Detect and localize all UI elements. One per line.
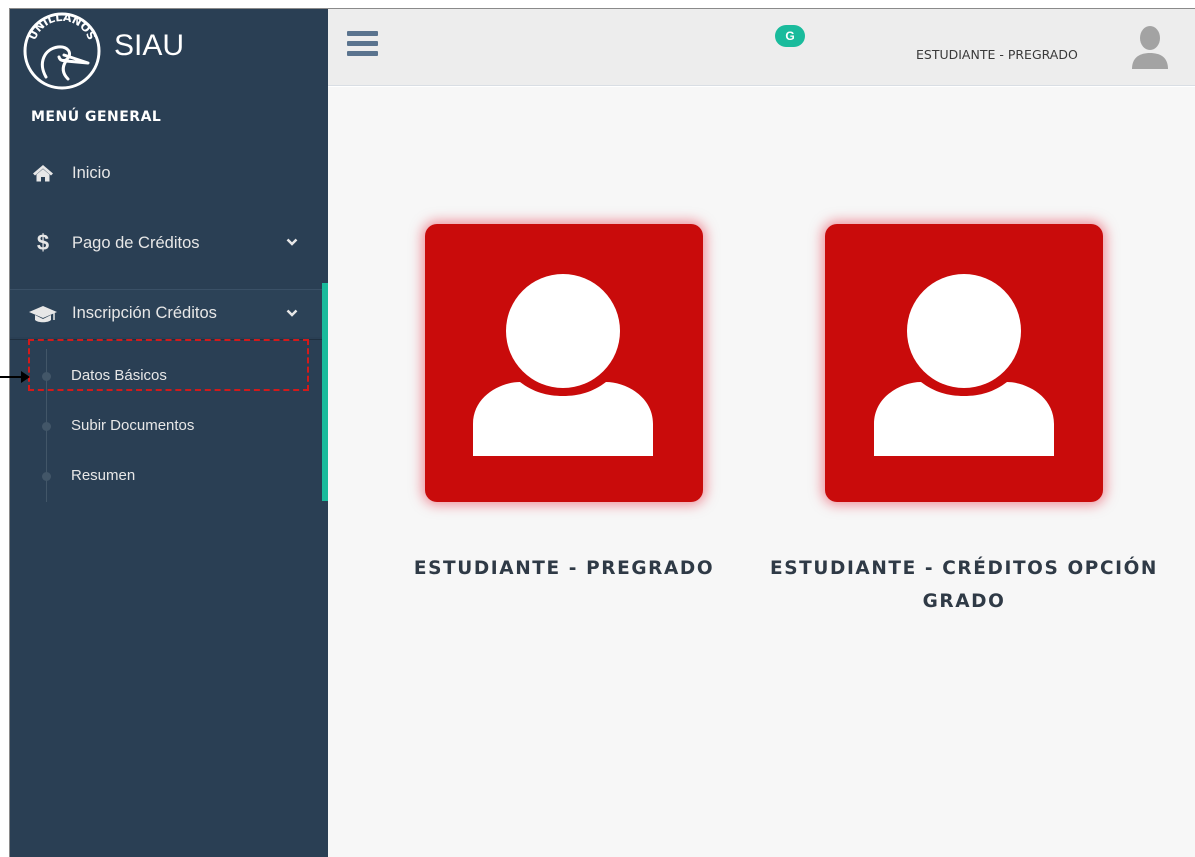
sidebar-item-label: Inscripción Créditos: [72, 304, 217, 322]
role-card-label[interactable]: ESTUDIANTE - PREGRADO: [359, 552, 769, 585]
menu-toggle-icon[interactable]: [347, 29, 379, 59]
submenu-item-resumen[interactable]: Resumen: [71, 467, 135, 484]
sidebar-item-inscripcion-creditos[interactable]: Inscripción Créditos: [10, 289, 328, 337]
top-navbar: G ESTUDIANTE - PREGRADO: [328, 9, 1195, 86]
brand[interactable]: UNILLANOS SIAU: [10, 9, 328, 90]
user-icon: [874, 274, 1054, 456]
main-content: ESTUDIANTE - PREGRADO ESTUDIANTE - CRÉDI…: [328, 87, 1195, 857]
notification-badge[interactable]: G: [775, 25, 805, 47]
home-icon: [28, 164, 58, 182]
submenu-item-subir-documentos[interactable]: Subir Documentos: [71, 417, 194, 434]
highlight-box: [28, 339, 309, 391]
chevron-down-icon: [286, 309, 298, 317]
chevron-down-icon: [286, 238, 298, 246]
sidebar: UNILLANOS SIAU MENÚ GENERAL Inicio $ Pag…: [10, 9, 328, 857]
sidebar-item-label: Pago de Créditos: [72, 233, 200, 252]
user-role[interactable]: ESTUDIANTE - PREGRADO: [916, 47, 1078, 62]
svg-text:UNILLANOS: UNILLANOS: [26, 11, 98, 42]
sidebar-item-label: Inicio: [72, 163, 111, 182]
role-card-creditos-opcion-grado[interactable]: [825, 224, 1103, 502]
sidebar-item-inicio[interactable]: Inicio: [10, 149, 328, 197]
submenu-dot: [42, 422, 51, 431]
role-card-pregrado[interactable]: [425, 224, 703, 502]
arrow-right-icon: [21, 371, 30, 383]
menu-heading: MENÚ GENERAL: [31, 109, 162, 125]
graduation-cap-icon: [28, 304, 58, 324]
user-icon: [473, 274, 653, 456]
unillanos-logo-icon: UNILLANOS: [23, 11, 101, 90]
user-avatar-icon[interactable]: [1128, 23, 1172, 71]
role-card-label[interactable]: ESTUDIANTE - CRÉDITOS OPCIÓN GRADO: [759, 552, 1169, 618]
sidebar-item-pago-creditos[interactable]: $ Pago de Créditos: [10, 219, 328, 267]
app-title: SIAU: [114, 29, 185, 62]
submenu-dot: [42, 472, 51, 481]
dollar-icon: $: [36, 230, 50, 255]
